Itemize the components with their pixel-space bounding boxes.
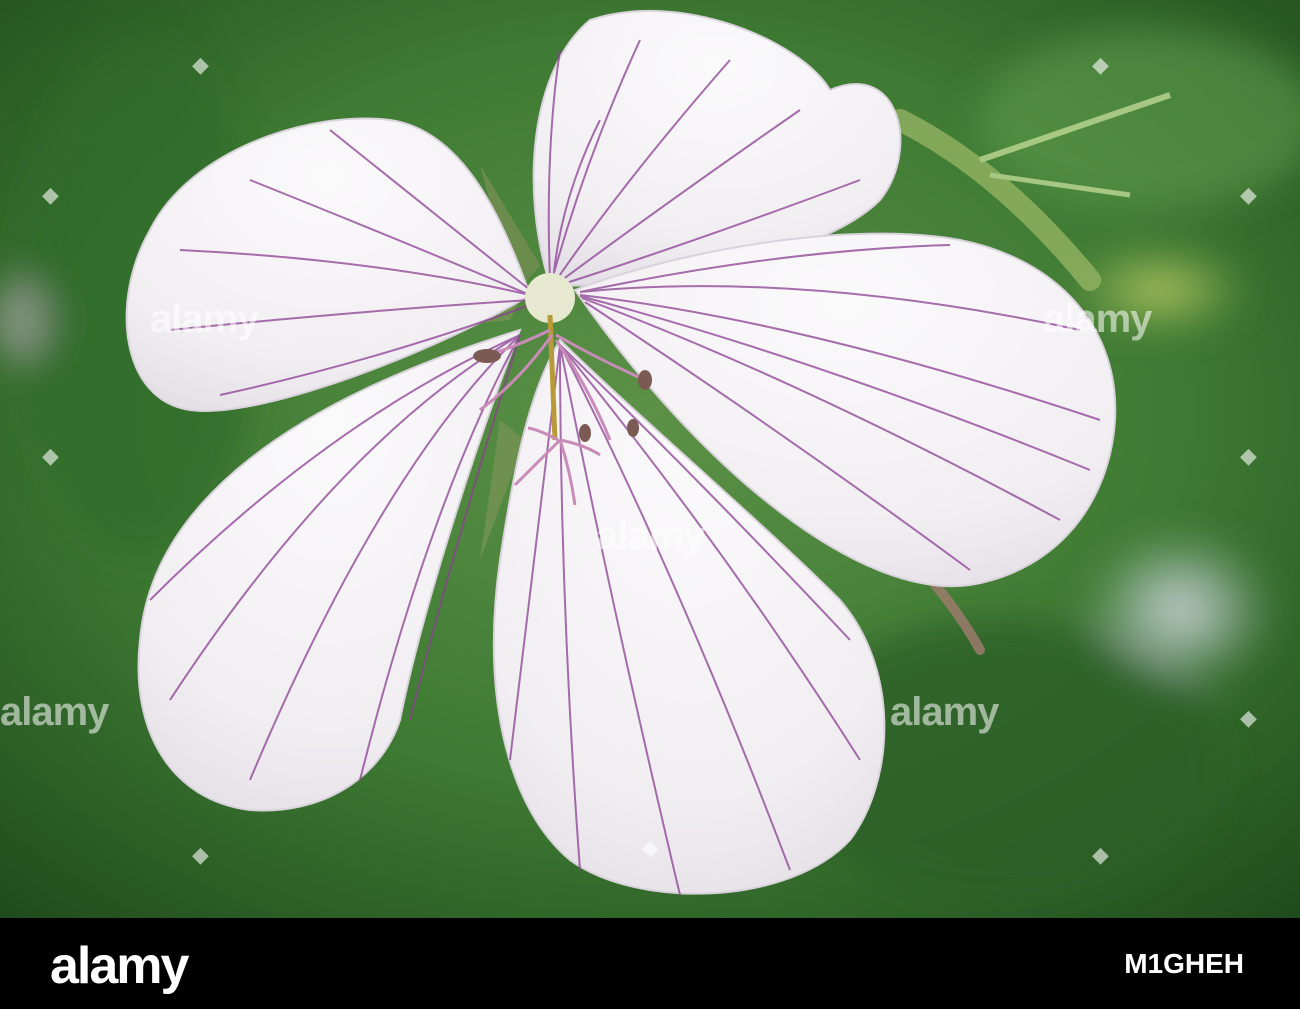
watermark-dot-icon: ◆ (1240, 182, 1257, 207)
watermark-text: alamy (150, 297, 259, 341)
image-viewer: alamy alamy alamy alamy alamy ◆ ◆ ◆ ◆ ◆ … (0, 0, 1300, 1009)
watermark-text: alamy (0, 690, 109, 734)
watermark-dot-icon: ◆ (42, 443, 59, 468)
watermark-dot-icon: ◆ (1092, 52, 1109, 77)
image-id: M1GHEH (1124, 948, 1244, 979)
watermark-text: alamy (1043, 297, 1152, 341)
watermark-dot-icon: ◆ (192, 842, 209, 867)
watermark-dot-icon: ◆ (1092, 842, 1109, 867)
footer-bar: alamy M1GHEH (0, 918, 1300, 1009)
watermark-text: alamy (596, 514, 705, 558)
watermark-dot-icon: ◆ (192, 52, 209, 77)
flower-photo (0, 0, 1300, 918)
watermark-dot-icon: ◆ (642, 835, 659, 860)
alamy-logo: alamy (50, 937, 189, 995)
watermark-text: alamy (890, 690, 999, 734)
watermark-dot-icon: ◆ (1240, 443, 1257, 468)
watermark-dot-icon: ◆ (42, 182, 59, 207)
watermark-dot-icon: ◆ (1240, 705, 1257, 730)
